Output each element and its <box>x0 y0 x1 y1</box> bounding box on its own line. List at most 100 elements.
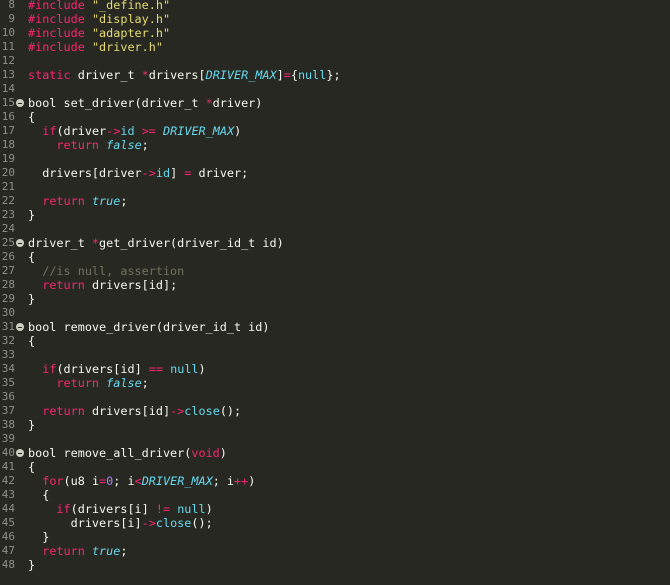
code-line[interactable]: 45 drivers[i]->close(); <box>0 516 670 530</box>
code-text: #include "driver.h" <box>28 40 163 54</box>
code-line[interactable]: 8 #include "_define.h" <box>0 0 670 12</box>
code-line[interactable]: 24 <box>0 222 670 236</box>
fold-toggle-icon[interactable] <box>16 449 24 457</box>
code-token: DRIVER_MAX <box>205 68 277 82</box>
code-token: (driver <box>56 124 107 138</box>
code-token: { <box>28 110 36 124</box>
code-token: } <box>28 558 36 572</box>
code-text: drivers[i]->close(); <box>28 516 213 530</box>
line-number: 34 <box>1 362 15 375</box>
code-line[interactable]: 12 <box>0 54 670 68</box>
code-line[interactable]: 30 <box>0 306 670 320</box>
code-line[interactable]: 19 <box>0 152 670 166</box>
code-line[interactable]: 26 { <box>0 250 670 264</box>
code-token: #include <box>28 26 85 40</box>
code-line[interactable]: 16 { <box>0 110 670 124</box>
code-line[interactable]: 10 #include "adapter.h" <box>0 26 670 40</box>
code-token: return <box>56 376 100 390</box>
code-token: return <box>42 194 85 208</box>
code-line[interactable]: 17 if(driver->id >= DRIVER_MAX) <box>0 124 670 138</box>
line-number: 41 <box>1 460 15 473</box>
code-token: (); <box>219 404 242 418</box>
code-line[interactable]: 15 bool set_driver(driver_t *driver) <box>0 96 670 110</box>
code-line[interactable]: 31 bool remove_driver(driver_id_t id) <box>0 320 670 334</box>
code-token: (drivers[i] <box>70 502 156 516</box>
code-token: null <box>170 362 199 376</box>
code-line[interactable]: 18 return false; <box>0 138 670 152</box>
line-number: 38 <box>1 418 15 431</box>
line-number: 18 <box>1 138 15 151</box>
fold-toggle-icon[interactable] <box>16 99 24 107</box>
code-token: != <box>155 502 171 516</box>
code-text: return drivers[id]->close(); <box>28 404 241 418</box>
fold-toggle-icon[interactable] <box>16 323 24 331</box>
code-text: return true; <box>28 544 127 558</box>
line-number: 8 <box>8 0 15 11</box>
code-line[interactable]: 37 return drivers[id]->close(); <box>0 404 670 418</box>
code-line[interactable]: 27 //is null, assertion <box>0 264 670 278</box>
code-line[interactable]: 35 return false; <box>0 376 670 390</box>
code-text: if(drivers[i] != null) <box>28 502 212 516</box>
code-line[interactable]: 25 driver_t *get_driver(driver_id_t id) <box>0 236 670 250</box>
code-text: //is null, assertion <box>28 264 184 278</box>
code-text: { <box>28 110 35 124</box>
code-line[interactable]: 42 for(u8 i=0; i<DRIVER_MAX; i++) <box>0 474 670 488</box>
code-line[interactable]: 28 return drivers[id]; <box>0 278 670 292</box>
code-line[interactable]: 36 <box>0 390 670 404</box>
code-line[interactable]: 34 if(drivers[id] == null) <box>0 362 670 376</box>
code-line[interactable]: 23} <box>0 208 670 222</box>
code-line[interactable]: 44 if(drivers[i] != null) <box>0 502 670 516</box>
line-number: 36 <box>1 390 15 403</box>
code-line[interactable]: 40 bool remove_all_driver(void) <box>0 446 670 460</box>
code-token: -> <box>141 516 156 530</box>
line-number: 13 <box>1 68 15 81</box>
code-token: ; <box>120 544 128 558</box>
code-line[interactable]: 29} <box>0 292 670 306</box>
line-number: 25 <box>1 236 15 249</box>
code-line[interactable]: 13 static driver_t *drivers[DRIVER_MAX]={… <box>0 68 670 82</box>
code-line[interactable]: 14 <box>0 82 670 96</box>
code-line[interactable]: 33 <box>0 348 670 362</box>
code-token: #include <box>28 12 85 26</box>
code-line[interactable]: 22 return true; <box>0 194 670 208</box>
code-text: } <box>28 292 35 306</box>
code-line[interactable]: 39 <box>0 432 670 446</box>
code-token: drivers[id]; <box>84 278 178 292</box>
code-token: driver_t <box>70 68 142 82</box>
code-line[interactable]: 32 { <box>0 334 670 348</box>
code-text: drivers[driver->id] = driver; <box>28 166 248 180</box>
code-line[interactable]: 9 #include "display.h" <box>0 12 670 26</box>
code-token: bool remove_all_driver( <box>28 446 192 460</box>
fold-toggle-icon[interactable] <box>16 239 24 247</box>
code-line[interactable]: 47 return true; <box>0 544 670 558</box>
code-line[interactable]: 21 <box>0 180 670 194</box>
code-token: true <box>91 544 121 558</box>
code-line[interactable]: 11 #include "driver.h" <box>0 40 670 54</box>
code-line[interactable]: 41 { <box>0 460 670 474</box>
code-line[interactable]: 46 } <box>0 530 670 544</box>
code-area[interactable]: 8 #include "_define.h" 9 #include "display.… <box>0 0 670 572</box>
code-text: if(driver->id >= DRIVER_MAX) <box>28 124 241 138</box>
code-text: } <box>28 418 35 432</box>
code-line[interactable]: 38} <box>0 418 670 432</box>
line-number: 39 <box>1 432 15 445</box>
line-number: 23 <box>1 208 15 221</box>
code-token: "_define.h" <box>91 0 171 12</box>
code-line[interactable]: 20 drivers[driver->id] = driver; <box>0 166 670 180</box>
line-number: 12 <box>1 54 15 67</box>
code-line[interactable]: 43 { <box>0 488 670 502</box>
code-editor[interactable]: 8 #include "_define.h" 9 #include "display.… <box>0 0 670 585</box>
code-token: false <box>106 376 142 390</box>
code-token: ] <box>170 166 185 180</box>
code-token: = <box>283 68 291 82</box>
code-token: true <box>91 194 121 208</box>
line-number: 46 <box>1 530 15 543</box>
code-line[interactable]: 48} <box>0 558 670 572</box>
